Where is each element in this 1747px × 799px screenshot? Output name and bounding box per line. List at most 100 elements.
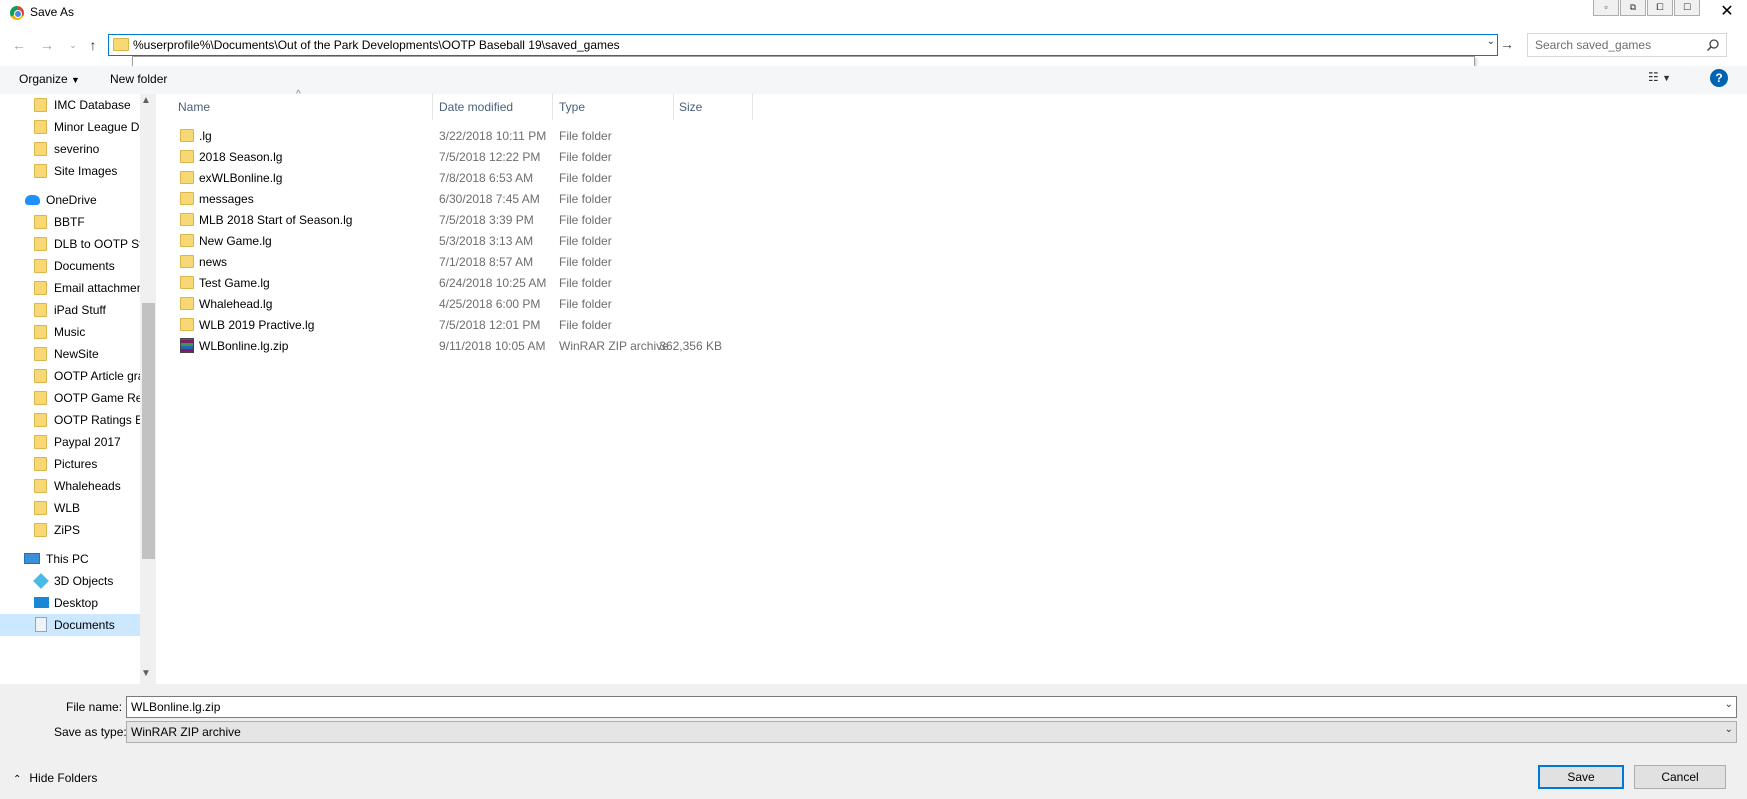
help-icon[interactable]: ? [1710, 69, 1728, 87]
column-divider[interactable] [752, 94, 753, 120]
nav-item-folder[interactable]: Documents [0, 255, 140, 277]
nav-item-folder[interactable]: iPad Stuff [0, 299, 140, 321]
folder-icon [34, 237, 47, 251]
folder-icon [34, 98, 47, 112]
file-type: File folder [559, 234, 612, 248]
maximize-icon[interactable]: ☐ [1674, 0, 1700, 16]
save-type-select[interactable]: WinRAR ZIP archive ⌄ [126, 721, 1737, 743]
cube-icon [33, 573, 49, 589]
scroll-down-icon[interactable]: ▼ [141, 668, 151, 679]
column-divider[interactable] [673, 94, 674, 120]
restore-icon[interactable]: ⧉ [1620, 0, 1646, 16]
file-row[interactable]: .lg 3/22/2018 10:11 PM File folder [176, 125, 756, 146]
nav-item-folder[interactable]: Music [0, 321, 140, 343]
column-divider[interactable] [552, 94, 553, 120]
folder-icon [34, 259, 47, 273]
tile-icon[interactable]: ⧠ [1647, 0, 1673, 16]
folder-icon [180, 129, 194, 142]
file-row[interactable]: exWLBonline.lg 7/8/2018 6:53 AM File folde… [176, 167, 756, 188]
hide-folders-button[interactable]: ⌃ Hide Folders [13, 771, 97, 785]
address-path[interactable]: %userprofile%\Documents\Out of the Park … [133, 38, 620, 52]
organize-menu[interactable]: Organize ▼ [19, 72, 80, 86]
nav-item-label: NewSite [54, 347, 99, 361]
nav-item-folder[interactable]: Pictures [0, 453, 140, 475]
nav-item-folder[interactable]: Email attachmen [0, 277, 140, 299]
search-input[interactable]: Search saved_games [1535, 38, 1651, 52]
chevron-down-icon[interactable]: ⌄ [1487, 36, 1495, 47]
file-row[interactable]: WLB 2019 Practive.lg 7/5/2018 12:01 PM Fil… [176, 314, 756, 335]
nav-item-folder[interactable]: OOTP Article gra [0, 365, 140, 387]
column-header-name[interactable]: Name [178, 100, 210, 120]
nav-item-folder[interactable]: IMC Database [0, 94, 140, 116]
file-name-value[interactable]: WLBonline.lg.zip [131, 700, 220, 714]
go-arrow-icon[interactable]: → [1500, 36, 1514, 52]
search-box[interactable]: Search saved_games [1527, 33, 1727, 57]
folder-icon [34, 164, 47, 178]
recent-locations-icon[interactable]: ⌄ [64, 36, 82, 54]
file-name-field[interactable]: WLBonline.lg.zip ⌄ [126, 696, 1737, 718]
file-name: news [199, 255, 228, 269]
navigation-pane[interactable]: IMC Database Minor League Du severino Si… [0, 94, 156, 684]
folder-icon [180, 318, 194, 331]
nav-item-this-pc[interactable]: This PC [0, 548, 140, 570]
window-title: Save As [30, 5, 75, 19]
column-header-type[interactable]: Type [559, 100, 585, 120]
file-row[interactable]: Whalehead.lg 4/25/2018 6:00 PM File folder [176, 293, 756, 314]
close-icon[interactable]: ✕ [1715, 2, 1739, 22]
document-icon [35, 617, 47, 632]
nav-item-folder[interactable]: Site Images [0, 160, 140, 182]
file-row[interactable]: MLB 2018 Start of Season.lg 7/5/2018 3:39… [176, 209, 756, 230]
file-type: File folder [559, 213, 612, 227]
view-options-button[interactable]: ☷ ▼ [1648, 70, 1671, 84]
nav-scrollbar-thumb[interactable] [142, 303, 155, 559]
nav-item-label: Desktop [54, 596, 99, 610]
search-icon[interactable] [1706, 38, 1720, 52]
nav-item-folder[interactable]: OOTP Game Res [0, 387, 140, 409]
file-name: 2018 Season.lg [199, 150, 283, 164]
nav-item-3d-objects[interactable]: 3D Objects [0, 570, 140, 592]
nav-item-folder[interactable]: BBTF [0, 211, 140, 233]
column-divider[interactable] [432, 94, 433, 120]
scroll-up-icon[interactable]: ▲ [141, 95, 151, 106]
new-folder-button[interactable]: New folder [110, 72, 167, 86]
save-type-value[interactable]: WinRAR ZIP archive [131, 725, 241, 739]
save-button[interactable]: Save [1538, 765, 1624, 789]
folder-icon [180, 276, 194, 289]
nav-item-label: Paypal 2017 [54, 435, 121, 449]
back-arrow-icon[interactable]: ← [10, 36, 28, 54]
column-header-date[interactable]: Date modified [439, 100, 513, 120]
nav-item-folder[interactable]: severino [0, 138, 140, 160]
up-arrow-icon[interactable]: ↑ [84, 36, 102, 54]
file-row[interactable]: New Game.lg 5/3/2018 3:13 AM File folder [176, 230, 756, 251]
nav-item-documents[interactable]: Documents [0, 614, 140, 636]
column-header-size[interactable]: Size [679, 100, 702, 120]
folder-icon [34, 281, 47, 295]
chevron-down-icon[interactable]: ⌄ [1725, 724, 1733, 735]
nav-item-folder[interactable]: ZiPS [0, 519, 140, 541]
folder-icon [34, 142, 47, 156]
nav-item-folder[interactable]: Paypal 2017 [0, 431, 140, 453]
minimize-icon[interactable]: ▫ [1593, 0, 1619, 16]
cancel-button[interactable]: Cancel [1634, 765, 1726, 789]
folder-icon [113, 38, 129, 51]
file-date: 7/8/2018 6:53 AM [439, 171, 534, 185]
nav-item-folder[interactable]: WLB [0, 497, 140, 519]
nav-item-folder[interactable]: DLB to OOTP Sta [0, 233, 140, 255]
chevron-down-icon[interactable]: ⌄ [1725, 699, 1733, 710]
file-name: Test Game.lg [199, 276, 270, 290]
file-row[interactable]: Test Game.lg 6/24/2018 10:25 AM File folde… [176, 272, 756, 293]
command-bar [0, 66, 1747, 94]
file-type: File folder [559, 255, 612, 269]
address-bar[interactable]: %userprofile%\Documents\Out of the Park … [108, 34, 1498, 56]
file-row[interactable]: WLBonline.lg.zip 9/11/2018 10:05 AM WinRAR… [176, 335, 756, 356]
nav-item-folder[interactable]: Minor League Du [0, 116, 140, 138]
file-row[interactable]: 2018 Season.lg 7/5/2018 12:22 PM File fold… [176, 146, 756, 167]
nav-item-folder[interactable]: NewSite [0, 343, 140, 365]
nav-item-desktop[interactable]: Desktop [0, 592, 140, 614]
file-row[interactable]: news 7/1/2018 8:57 AM File folder [176, 251, 756, 272]
nav-item-onedrive[interactable]: OneDrive [0, 189, 140, 211]
nav-item-folder[interactable]: OOTP Ratings Ex [0, 409, 140, 431]
file-row[interactable]: messages 6/30/2018 7:45 AM File folder [176, 188, 756, 209]
nav-item-folder[interactable]: Whaleheads [0, 475, 140, 497]
forward-arrow-icon[interactable]: → [38, 36, 56, 54]
